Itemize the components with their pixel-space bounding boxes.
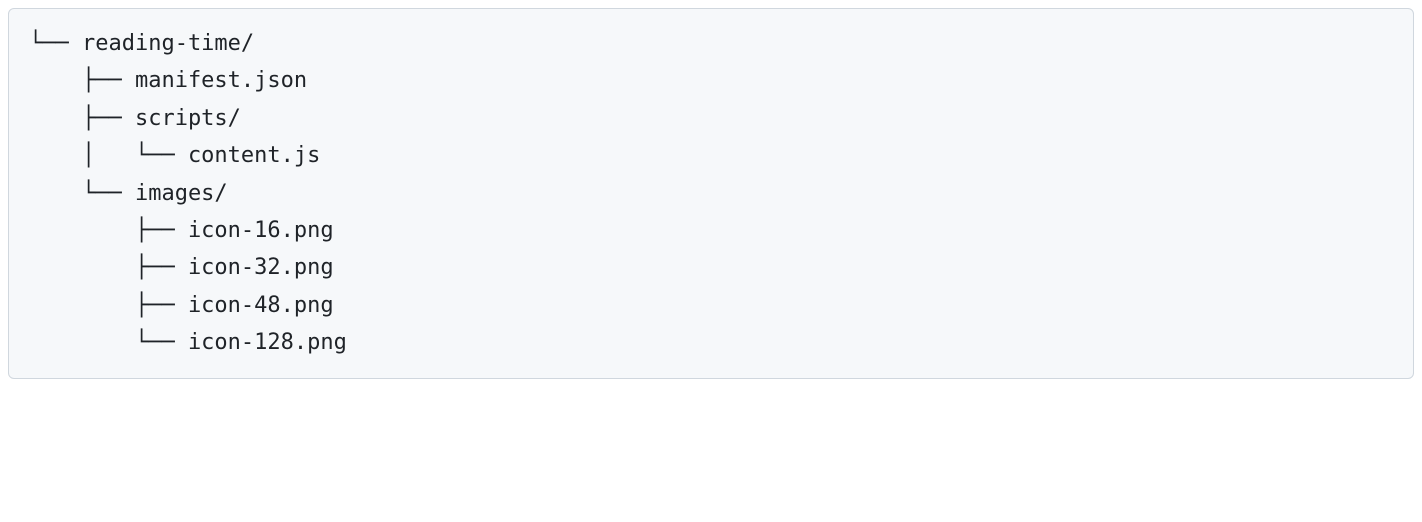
tree-line: ├── scripts/ — [29, 100, 1393, 137]
directory-tree-code-block: └── reading-time/ ├── manifest.json ├── … — [8, 8, 1414, 379]
tree-line: ├── manifest.json — [29, 62, 1393, 99]
tree-line: ├── icon-32.png — [29, 249, 1393, 286]
tree-line: └── icon-128.png — [29, 324, 1393, 361]
tree-line: │ └── content.js — [29, 137, 1393, 174]
tree-line: ├── icon-16.png — [29, 212, 1393, 249]
tree-line: └── reading-time/ — [29, 25, 1393, 62]
tree-line: ├── icon-48.png — [29, 287, 1393, 324]
tree-line: └── images/ — [29, 175, 1393, 212]
